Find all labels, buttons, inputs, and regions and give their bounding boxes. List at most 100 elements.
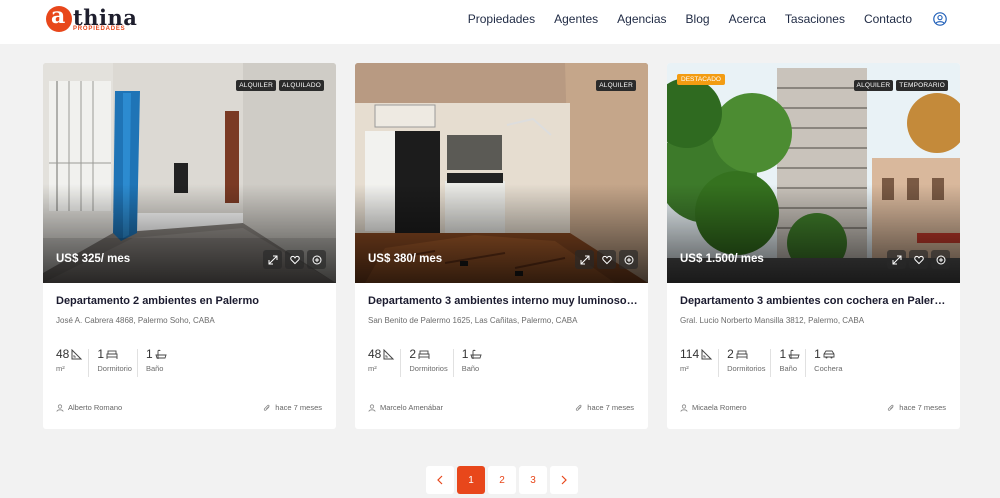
feature-area: 114 m²: [680, 347, 725, 377]
feature-value: 1: [97, 347, 105, 361]
property-features: 114 m² 2 Dormitorios 1 Baño 1 Cochera: [680, 347, 857, 377]
page-2-button[interactable]: 2: [488, 466, 516, 494]
feature-bedrooms: 1 Dormitorio: [97, 347, 144, 377]
next-page-button[interactable]: [550, 466, 578, 494]
agent[interactable]: Micaela Romero: [680, 403, 747, 412]
image-actions: [263, 250, 326, 269]
compare-button[interactable]: [619, 250, 638, 269]
nav-contacto[interactable]: Contacto: [864, 12, 912, 26]
area-icon: [383, 348, 395, 359]
main-nav: Propiedades Agentes Agencias Blog Acerca…: [468, 0, 947, 38]
logo-letter: a: [51, 3, 66, 29]
compare-button[interactable]: [931, 250, 950, 269]
expand-button[interactable]: [263, 250, 282, 269]
expand-icon: [892, 255, 901, 264]
image-actions: [575, 250, 638, 269]
nav-acerca[interactable]: Acerca: [729, 12, 766, 26]
property-features: 48 m² 1 Dormitorio 1 Baño: [56, 347, 181, 377]
feature-bedrooms: 2 Dormitorios: [727, 347, 777, 377]
paperclip-icon: [576, 404, 582, 411]
price: US$ 1.500/ mes: [680, 253, 764, 265]
agent[interactable]: Marcelo Amenábar: [368, 403, 443, 412]
favorite-button[interactable]: [285, 250, 304, 269]
feature-area: 48 m²: [368, 347, 407, 377]
property-image[interactable]: ALQUILER ALQUILADO US$ 325/ mes: [43, 63, 336, 283]
feature-bathrooms: 1 Baño: [462, 347, 495, 373]
favorite-button[interactable]: [597, 250, 616, 269]
compare-button[interactable]: [307, 250, 326, 269]
feature-label: m²: [56, 364, 65, 373]
property-title[interactable]: Departamento 3 ambientes con cochera en …: [680, 295, 950, 307]
feature-bathrooms: 1 Baño: [146, 347, 179, 373]
feature-label: Baño: [461, 364, 480, 373]
price: US$ 325/ mes: [56, 253, 131, 265]
prev-page-button[interactable]: [426, 466, 454, 494]
card-footer: Marcelo Amenábar hace 7 meses: [368, 403, 634, 412]
logo-subtitle: PROPIEDADES: [73, 26, 126, 32]
heart-icon: [289, 255, 300, 264]
nav-propiedades[interactable]: Propiedades: [468, 12, 535, 26]
divider: [88, 349, 90, 377]
favorite-button[interactable]: [909, 250, 928, 269]
property-card[interactable]: ALQUILER US$ 380/ mes Departamento 3 amb…: [355, 63, 648, 429]
feature-garage: 1 Cochera: [814, 347, 854, 373]
expand-button[interactable]: [575, 250, 594, 269]
feature-label: Baño: [145, 364, 164, 373]
nav-agentes[interactable]: Agentes: [554, 12, 598, 26]
divider: [805, 349, 807, 377]
agent-name: Micaela Romero: [692, 403, 747, 412]
bath-icon: [155, 349, 167, 359]
status-badge: ALQUILER: [596, 80, 636, 91]
status-badge: ALQUILADO: [278, 80, 324, 91]
site-header: a thina PROPIEDADES Propiedades Agentes …: [0, 0, 1000, 44]
user-icon: [368, 403, 376, 412]
property-address: San Benito de Palermo 1625, Las Cañitas,…: [368, 316, 578, 325]
date: hace 7 meses: [263, 403, 322, 412]
feature-value: 48: [56, 347, 70, 361]
feature-label: Dormitorios: [727, 364, 766, 373]
plus-circle-icon: [936, 255, 945, 264]
featured-badge: DESTACADO: [677, 74, 725, 85]
status-badges: ALQUILER ALQUILADO: [236, 80, 324, 91]
agent[interactable]: Alberto Romano: [56, 403, 122, 412]
bed-icon: [418, 350, 430, 359]
status-badge: TEMPORARIO: [896, 80, 948, 91]
date: hace 7 meses: [575, 403, 634, 412]
logo[interactable]: a thina PROPIEDADES: [46, 3, 146, 36]
divider: [452, 349, 454, 377]
property-card[interactable]: ALQUILER ALQUILADO US$ 325/ mes Departam…: [43, 63, 336, 429]
area-icon: [701, 348, 713, 359]
date-text: hace 7 meses: [899, 403, 946, 412]
feature-label: m²: [680, 364, 689, 373]
plus-circle-icon: [312, 255, 321, 264]
nav-agencias[interactable]: Agencias: [617, 12, 666, 26]
feature-label: Cochera: [814, 364, 843, 373]
user-icon[interactable]: [933, 12, 947, 26]
date-text: hace 7 meses: [587, 403, 634, 412]
feature-label: m²: [368, 364, 377, 373]
property-card[interactable]: DESTACADO ALQUILER TEMPORARIO US$ 1.500/…: [667, 63, 960, 429]
property-title[interactable]: Departamento 2 ambientes en Palermo: [56, 295, 326, 307]
expand-button[interactable]: [887, 250, 906, 269]
property-image[interactable]: ALQUILER US$ 380/ mes: [355, 63, 648, 283]
feature-value: 1: [779, 347, 787, 361]
image-actions: [887, 250, 950, 269]
property-image[interactable]: DESTACADO ALQUILER TEMPORARIO US$ 1.500/…: [667, 63, 960, 283]
page-1-button[interactable]: 1: [457, 466, 485, 494]
feature-label: Baño: [779, 364, 798, 373]
car-icon: [823, 350, 835, 358]
property-address: Gral. Lucio Norberto Mansilla 3812, Pale…: [680, 316, 865, 325]
bath-icon: [470, 349, 483, 359]
feature-area: 48 m²: [56, 347, 95, 377]
bed-icon: [736, 350, 748, 359]
paperclip-icon: [888, 404, 894, 411]
property-title[interactable]: Departamento 3 ambientes interno muy lum…: [368, 295, 638, 307]
nav-tasaciones[interactable]: Tasaciones: [785, 12, 845, 26]
expand-icon: [268, 255, 277, 264]
feature-label: Dormitorio: [97, 364, 132, 373]
heart-icon: [913, 255, 924, 264]
nav-blog[interactable]: Blog: [686, 12, 710, 26]
date-text: hace 7 meses: [275, 403, 322, 412]
page-3-button[interactable]: 3: [519, 466, 547, 494]
expand-icon: [580, 255, 589, 264]
